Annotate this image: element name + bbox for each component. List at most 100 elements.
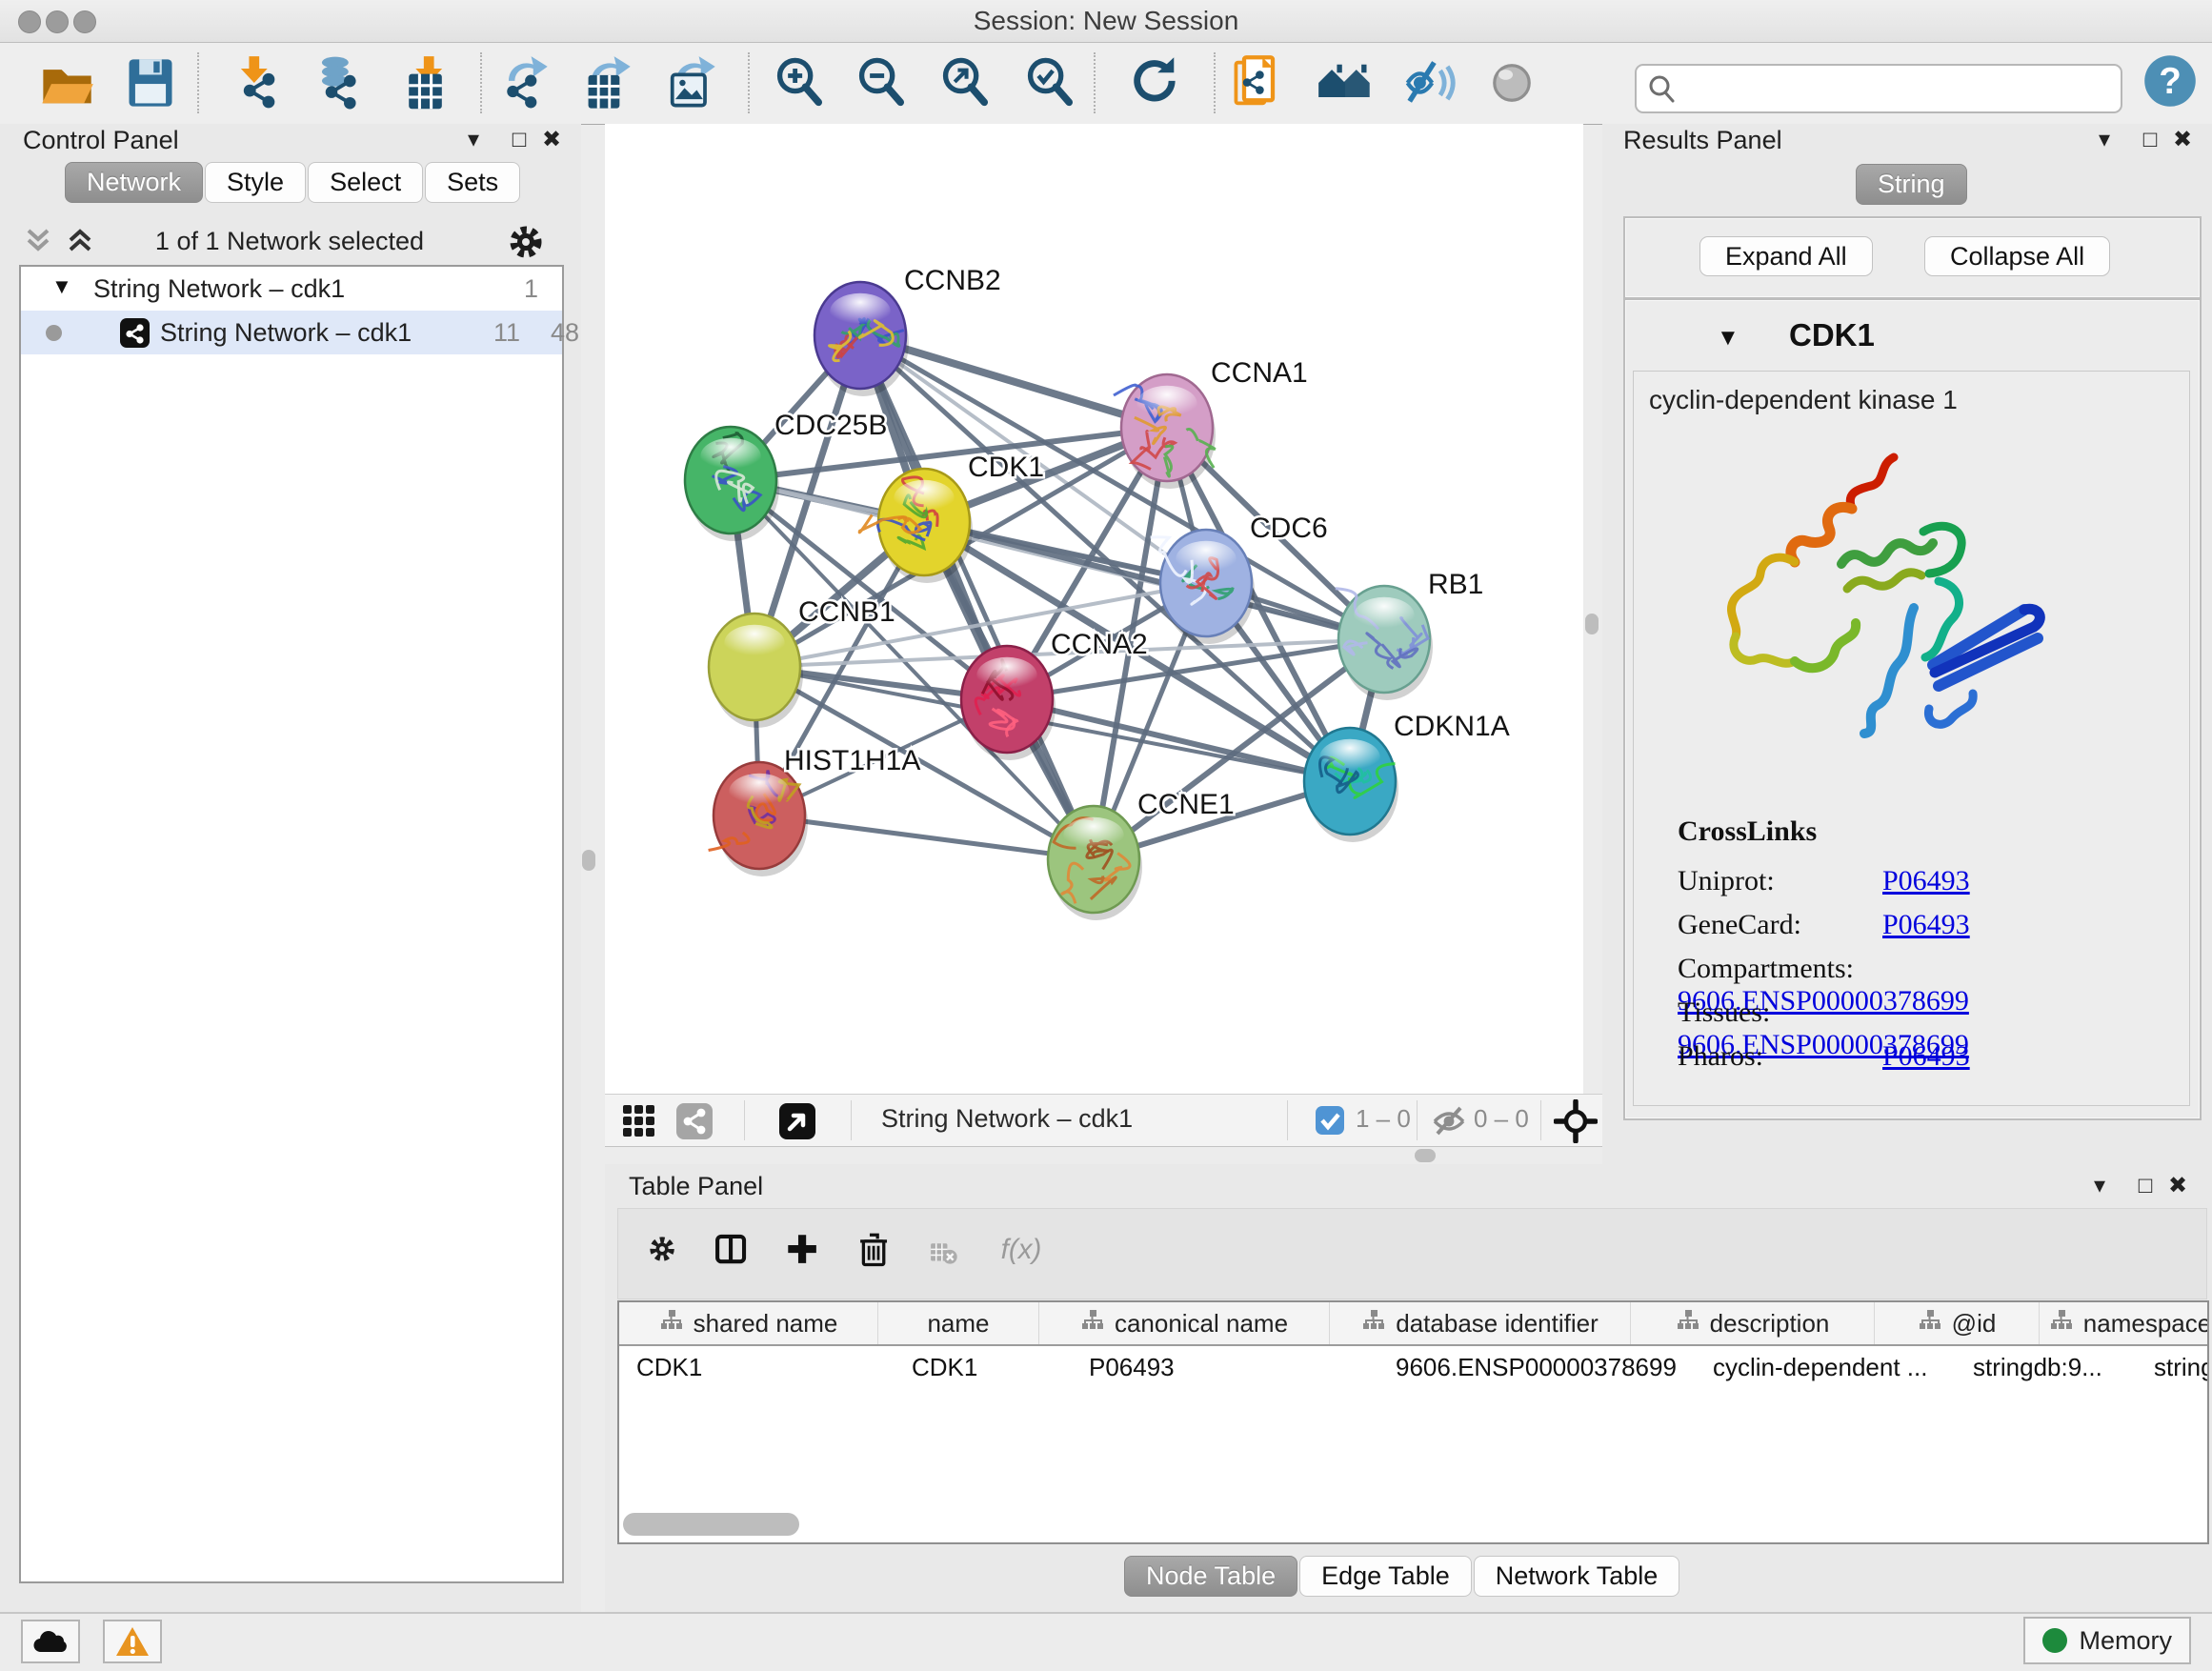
- tab-node-table[interactable]: Node Table: [1124, 1556, 1297, 1597]
- network-collection-row[interactable]: ▼ String Network – cdk1 1: [21, 267, 562, 311]
- tab-network[interactable]: Network: [65, 162, 203, 203]
- preview-sphere-icon[interactable]: [1483, 54, 1540, 111]
- zoom-out-icon[interactable]: [854, 54, 911, 111]
- delete-column-icon[interactable]: [856, 1232, 900, 1282]
- open-session-icon[interactable]: [38, 54, 95, 111]
- table-cell[interactable]: 9606.ENSP00000378699: [1378, 1346, 1696, 1388]
- column-header--id[interactable]: @id: [1875, 1302, 2040, 1344]
- tab-select[interactable]: Select: [308, 162, 423, 203]
- warnings-button[interactable]: [103, 1620, 162, 1663]
- table-cell[interactable]: stringdb:9...: [1956, 1346, 2137, 1388]
- control-panel-collapse-icon[interactable]: ▾: [457, 124, 490, 156]
- collection-expander-icon[interactable]: ▼: [51, 265, 72, 309]
- tab-edge-table[interactable]: Edge Table: [1299, 1556, 1472, 1597]
- clear-table-icon[interactable]: [925, 1232, 969, 1282]
- column-header-database-identifier[interactable]: database identifier: [1330, 1302, 1631, 1344]
- expand-all-networks-icon[interactable]: [63, 223, 97, 264]
- crosslink-link[interactable]: P06493: [1882, 909, 1970, 940]
- network-node-HIST1H1A[interactable]: HIST1H1A: [709, 745, 921, 876]
- table-panel-collapse-icon[interactable]: ▾: [2083, 1170, 2116, 1202]
- column-header-description[interactable]: description: [1631, 1302, 1875, 1344]
- results-panel-collapse-icon[interactable]: ▾: [2088, 124, 2121, 156]
- column-header-shared-name[interactable]: shared name: [619, 1302, 878, 1344]
- zoom-selected-icon[interactable]: [1022, 54, 1079, 111]
- node-label-CCNB1: CCNB1: [798, 596, 895, 628]
- table-header-row: shared namenamecanonical namedatabase id…: [619, 1302, 2207, 1346]
- cloud-button[interactable]: [21, 1620, 80, 1663]
- import-database-icon[interactable]: [309, 54, 366, 111]
- network-row[interactable]: String Network – cdk1 11 48: [21, 311, 562, 354]
- duplicate-network-icon[interactable]: [1230, 54, 1287, 111]
- export-table-icon[interactable]: [577, 54, 634, 111]
- column-header-namespace[interactable]: namespace: [2040, 1302, 2209, 1344]
- toolbar-separator: [1094, 52, 1096, 113]
- network-list: ▼ String Network – cdk1 1 String Network…: [19, 265, 564, 1583]
- help-button[interactable]: ?: [2142, 52, 2199, 110]
- tab-network-table[interactable]: Network Table: [1474, 1556, 1680, 1597]
- network-canvas[interactable]: CCNB2CCNA1CDC25BCDK1CDC6RB1CCNB1CCNA2CDK…: [605, 124, 1583, 1094]
- network-node-CDC6[interactable]: CDC6: [1151, 513, 1328, 644]
- network-share-view-icon[interactable]: [675, 1102, 714, 1147]
- table-settings-icon[interactable]: [645, 1232, 689, 1282]
- network-options-gear-icon[interactable]: [505, 221, 547, 270]
- table-panel-float-icon[interactable]: □: [2129, 1170, 2162, 1202]
- control-panel-close-icon[interactable]: ✖: [535, 124, 568, 156]
- table-toolbar: f(x): [617, 1208, 2207, 1299]
- tab-sets[interactable]: Sets: [425, 162, 520, 203]
- table-cell[interactable]: stringdb: [2137, 1346, 2209, 1388]
- memory-button[interactable]: Memory: [2023, 1617, 2191, 1664]
- node-label-CCNA2: CCNA2: [1051, 629, 1148, 660]
- home-icon[interactable]: [1317, 54, 1374, 111]
- function-builder-icon[interactable]: f(x): [999, 1232, 1043, 1282]
- add-column-icon[interactable]: [785, 1232, 829, 1282]
- results-panel-float-icon[interactable]: □: [2134, 124, 2166, 156]
- hide-glasses-icon[interactable]: [1399, 54, 1457, 111]
- fit-content-crosshair-icon[interactable]: [1554, 1099, 1598, 1150]
- collapse-all-networks-icon[interactable]: [21, 223, 55, 264]
- crosslink-link[interactable]: P06493: [1882, 865, 1970, 896]
- search-input[interactable]: [1686, 70, 2109, 106]
- search-box: [1635, 64, 2122, 113]
- network-edge[interactable]: [860, 335, 1094, 859]
- columns-icon[interactable]: [714, 1232, 757, 1282]
- import-table-icon[interactable]: [397, 54, 454, 111]
- tab-style[interactable]: Style: [205, 162, 306, 203]
- birdseye-view-icon[interactable]: [778, 1102, 816, 1147]
- table-panel-close-icon[interactable]: ✖: [2162, 1170, 2194, 1202]
- table-hscrollbar-thumb[interactable]: [623, 1513, 799, 1536]
- network-node-CDKN1A[interactable]: CDKN1A: [1304, 711, 1510, 842]
- table-cell[interactable]: P06493: [1072, 1346, 1378, 1388]
- collection-label: String Network – cdk1: [93, 267, 345, 311]
- collapse-all-button[interactable]: Collapse All: [1924, 236, 2110, 276]
- tab-string[interactable]: String: [1856, 164, 1967, 205]
- crosslink-link[interactable]: P06493: [1882, 1040, 1970, 1072]
- column-header-canonical-name[interactable]: canonical name: [1039, 1302, 1330, 1344]
- control-panel-float-icon[interactable]: □: [503, 124, 535, 156]
- selected-nodes-checkbox-icon[interactable]: [1314, 1104, 1346, 1143]
- left-splitter-handle[interactable]: [582, 850, 595, 871]
- gene-expander-icon[interactable]: ▼: [1717, 325, 1739, 352]
- table-cell[interactable]: CDK1: [619, 1346, 895, 1388]
- node-label-RB1: RB1: [1428, 569, 1483, 600]
- network-node-CCNE1[interactable]: CCNE1: [1048, 789, 1235, 920]
- zoom-fit-icon[interactable]: [937, 54, 995, 111]
- export-network-icon[interactable]: [494, 54, 552, 111]
- grid-view-icon[interactable]: [620, 1102, 658, 1147]
- horizontal-splitter-handle[interactable]: [1415, 1149, 1436, 1162]
- refresh-layout-icon[interactable]: [1127, 54, 1184, 111]
- table-cell[interactable]: cyclin-dependent ...: [1696, 1346, 1956, 1388]
- import-network-icon[interactable]: [229, 54, 286, 111]
- table-row[interactable]: CDK1CDK1P064939606.ENSP00000378699cyclin…: [619, 1346, 2207, 1388]
- network-node-RB1[interactable]: RB1: [1336, 569, 1484, 700]
- hidden-count: 0 – 0: [1474, 1104, 1529, 1134]
- network-edge[interactable]: [759, 815, 1094, 859]
- column-header-name[interactable]: name: [878, 1302, 1039, 1344]
- right-splitter-handle[interactable]: [1585, 614, 1599, 634]
- save-session-icon[interactable]: [122, 54, 179, 111]
- export-image-icon[interactable]: [662, 54, 719, 111]
- memory-label: Memory: [2079, 1626, 2172, 1656]
- zoom-in-icon[interactable]: [772, 54, 829, 111]
- results-panel-close-icon[interactable]: ✖: [2166, 124, 2199, 156]
- table-cell[interactable]: CDK1: [895, 1346, 1072, 1388]
- expand-all-button[interactable]: Expand All: [1699, 236, 1873, 276]
